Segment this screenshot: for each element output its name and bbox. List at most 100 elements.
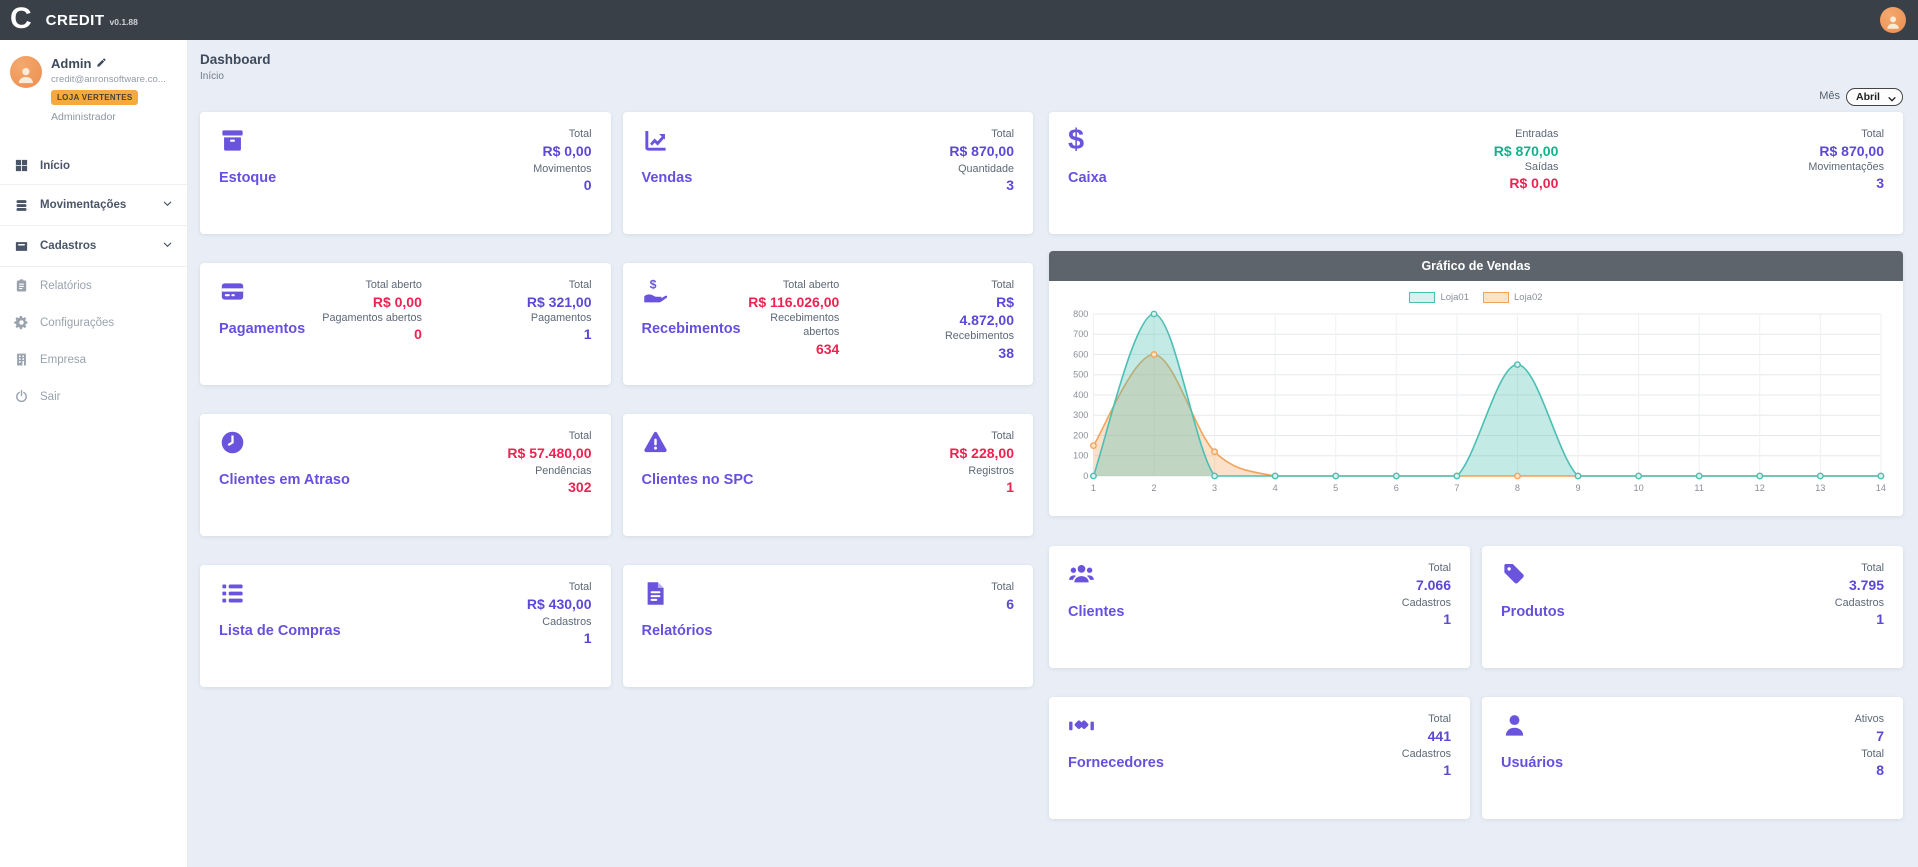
svg-text:1: 1 xyxy=(1091,483,1096,493)
legend-item[interactable]: Loja01 xyxy=(1409,292,1469,303)
sidebar-menu: Início Movimentações Cadastros Relatório… xyxy=(0,147,187,415)
card-clientes[interactable]: Clientes Total 7.066 Cadastros 1 xyxy=(1049,546,1470,668)
stat-label: Total xyxy=(527,278,592,293)
stat-label: Quantidade xyxy=(949,162,1014,177)
stat-label: Cadastros xyxy=(527,615,592,630)
stat-label: Ativos xyxy=(1855,712,1884,727)
sidebar-item-movimentacoes[interactable]: Movimentações xyxy=(0,185,187,225)
profile-email: credit@anronsoftware.co... xyxy=(51,74,166,85)
svg-text:5: 5 xyxy=(1333,483,1338,493)
stat-value: R$ 4.872,00 xyxy=(944,293,1014,329)
stat-value: 3.795 xyxy=(1835,576,1884,594)
svg-text:500: 500 xyxy=(1073,370,1088,380)
legend-swatch xyxy=(1483,292,1509,303)
stat-value: 6 xyxy=(991,595,1014,613)
profile-avatar[interactable] xyxy=(10,56,42,88)
card-caixa[interactable]: $ Caixa Entradas R$ 870,00 Saídas R$ 0,0… xyxy=(1049,112,1903,234)
card-title: Lista de Compras xyxy=(219,623,341,639)
card-title: Relatórios xyxy=(642,623,713,639)
card-clientes-em-atraso[interactable]: Clientes em Atraso Total R$ 57.480,00 Pe… xyxy=(200,414,611,536)
stat-value: R$ 57.480,00 xyxy=(507,444,591,462)
stat-value: 8 xyxy=(1855,761,1884,779)
sidebar-item-relatorios[interactable]: Relatórios xyxy=(0,267,187,304)
month-select[interactable]: Abril xyxy=(1846,88,1903,106)
clipboard-icon xyxy=(14,278,29,293)
stat-label: Pagamentos xyxy=(527,311,592,326)
stat-value: R$ 116.026,00 xyxy=(741,293,840,311)
sidebar-item-cadastros[interactable]: Cadastros xyxy=(0,226,187,266)
app-version: v0.1.88 xyxy=(110,17,138,27)
card-relatorios[interactable]: Relatórios Total 6 xyxy=(623,565,1034,687)
svg-text:700: 700 xyxy=(1073,329,1088,339)
stat-label: Recebimentos xyxy=(944,329,1014,344)
hand-dollar-icon: $ xyxy=(642,278,741,308)
cards-column-right: $ Caixa Entradas R$ 870,00 Saídas R$ 0,0… xyxy=(1049,112,1903,819)
sidebar: Admin credit@anronsoftware.co... LOJA VE… xyxy=(0,40,188,867)
svg-text:9: 9 xyxy=(1575,483,1580,493)
sidebar-item-sair[interactable]: Sair xyxy=(0,378,187,415)
stat-label: Total aberto xyxy=(322,278,422,293)
sidebar-item-inicio[interactable]: Início xyxy=(0,147,187,184)
profile-role: Administrador xyxy=(51,111,166,123)
tag-icon xyxy=(1501,561,1565,591)
stat-label: Movimentos xyxy=(533,162,591,177)
chart-legend[interactable]: Loja01 Loja02 xyxy=(1063,288,1889,306)
svg-text:200: 200 xyxy=(1073,431,1088,441)
card-fornecedores[interactable]: Fornecedores Total 441 Cadastros 1 xyxy=(1049,697,1470,819)
card-produtos[interactable]: Produtos Total 3.795 Cadastros 1 xyxy=(1482,546,1903,668)
stat-value: R$ 321,00 xyxy=(527,293,592,311)
card-estoque[interactable]: Estoque Total R$ 0,00 Movimentos 0 xyxy=(200,112,611,234)
app-logo: C xyxy=(10,4,32,34)
svg-text:6: 6 xyxy=(1394,483,1399,493)
card-title: Clientes xyxy=(1068,604,1124,620)
stat-label: Total xyxy=(1855,747,1884,762)
top-navbar: C CREDIT v0.1.88 xyxy=(0,0,1918,40)
card-usuarios[interactable]: Usuários Ativos 7 Total 8 xyxy=(1482,697,1903,819)
legend-label: Loja02 xyxy=(1514,292,1543,303)
edit-pencil-icon[interactable] xyxy=(96,56,107,71)
cards-grid-left: Estoque Total R$ 0,00 Movimentos 0 Venda… xyxy=(200,112,1033,819)
stat-label: Pendências xyxy=(507,464,591,479)
profile-section: Admin credit@anronsoftware.co... LOJA VE… xyxy=(0,40,187,133)
stat-value: 3 xyxy=(1808,174,1884,192)
stat-value: 1 xyxy=(527,325,592,343)
users-icon xyxy=(1068,561,1124,591)
month-label: Mês xyxy=(1819,90,1840,102)
stat-value: R$ 0,00 xyxy=(533,142,591,160)
chart-title: Gráfico de Vendas xyxy=(1049,251,1903,281)
sidebar-item-configuracoes[interactable]: Configurações xyxy=(0,304,187,341)
card-lista-de-compras[interactable]: Lista de Compras Total R$ 430,00 Cadastr… xyxy=(200,565,611,687)
stat-label: Movimentações xyxy=(1808,160,1884,175)
card-pagamentos[interactable]: Pagamentos Total aberto R$ 0,00 Pagament… xyxy=(200,263,611,385)
profile-name: Admin xyxy=(51,56,91,71)
svg-text:300: 300 xyxy=(1073,410,1088,420)
legend-item[interactable]: Loja02 xyxy=(1483,292,1543,303)
card-clientes-no-spc[interactable]: Clientes no SPC Total R$ 228,00 Registro… xyxy=(623,414,1034,536)
stat-value: 7.066 xyxy=(1402,576,1451,594)
svg-text:800: 800 xyxy=(1073,309,1088,319)
dollar-icon: $ xyxy=(1068,127,1107,157)
card-vendas[interactable]: Vendas Total R$ 870,00 Quantidade 3 xyxy=(623,112,1034,234)
list-icon xyxy=(219,580,341,610)
svg-text:8: 8 xyxy=(1515,483,1520,493)
user-avatar[interactable] xyxy=(1880,7,1906,33)
svg-text:10: 10 xyxy=(1634,483,1644,493)
stat-value: R$ 0,00 xyxy=(322,293,422,311)
card-recebimentos[interactable]: $ Recebimentos Total aberto R$ 116.026,0… xyxy=(623,263,1034,385)
credit-card-icon xyxy=(219,278,305,308)
stat-label: Cadastros xyxy=(1402,596,1451,611)
stat-value: 1 xyxy=(527,629,592,647)
stat-label: Cadastros xyxy=(1402,747,1451,762)
stat-label: Recebimentos abertos xyxy=(741,311,840,340)
stat-value: 0 xyxy=(533,176,591,194)
stat-label: Pagamentos abertos xyxy=(322,311,422,326)
sidebar-item-empresa[interactable]: Empresa xyxy=(0,341,187,378)
svg-text:14: 14 xyxy=(1876,483,1886,493)
svg-text:3: 3 xyxy=(1212,483,1217,493)
stat-value: 441 xyxy=(1402,727,1451,745)
database-icon xyxy=(14,198,29,213)
stat-value: 1 xyxy=(949,478,1014,496)
svg-text:600: 600 xyxy=(1073,350,1088,360)
stat-label: Total xyxy=(1402,712,1451,727)
legend-label: Loja01 xyxy=(1440,292,1469,303)
